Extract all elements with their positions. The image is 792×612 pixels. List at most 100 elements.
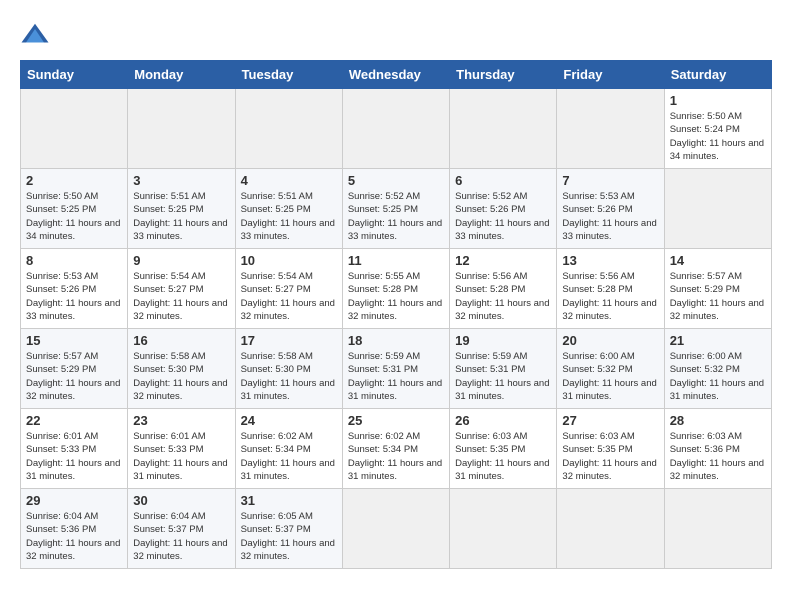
calendar-cell-4: 4 Sunrise: 5:51 AMSunset: 5:25 PMDaylight…	[235, 169, 342, 249]
calendar-body: 1Sunrise: 5:50 AMSunset: 5:24 PMDaylight…	[21, 89, 772, 569]
day-info: Sunrise: 5:54 AMSunset: 5:27 PMDaylight:…	[133, 271, 227, 322]
calendar-cell-23: 23 Sunrise: 6:01 AMSunset: 5:33 PMDayligh…	[128, 409, 235, 489]
day-number: 25	[348, 413, 444, 428]
calendar-cell-3: 3 Sunrise: 5:51 AMSunset: 5:25 PMDaylight…	[128, 169, 235, 249]
empty-cell	[235, 89, 342, 169]
empty-cell	[128, 89, 235, 169]
header-row: SundayMondayTuesdayWednesdayThursdayFrid…	[21, 61, 772, 89]
calendar-week-5: 22Sunrise: 6:01 AMSunset: 5:33 PMDayligh…	[21, 409, 772, 489]
calendar-table: SundayMondayTuesdayWednesdayThursdayFrid…	[20, 60, 772, 569]
day-info: Sunrise: 5:59 AMSunset: 5:31 PMDaylight:…	[348, 351, 442, 402]
day-info: Sunrise: 5:56 AMSunset: 5:28 PMDaylight:…	[562, 271, 656, 322]
logo-icon	[20, 20, 50, 50]
day-number: 10	[241, 253, 337, 268]
calendar-cell-13: 13Sunrise: 5:56 AMSunset: 5:28 PMDayligh…	[557, 249, 664, 329]
calendar-cell-31: 31 Sunrise: 6:05 AMSunset: 5:37 PMDayligh…	[235, 489, 342, 569]
day-info: Sunrise: 6:02 AMSunset: 5:34 PMDaylight:…	[241, 431, 335, 482]
day-number: 17	[241, 333, 337, 348]
day-info: Sunrise: 6:03 AMSunset: 5:35 PMDaylight:…	[455, 431, 549, 482]
day-number: 20	[562, 333, 658, 348]
calendar-cell-10: 10 Sunrise: 5:54 AMSunset: 5:27 PMDayligh…	[235, 249, 342, 329]
day-number: 31	[241, 493, 337, 508]
day-number: 23	[133, 413, 229, 428]
calendar-cell-19: 19 Sunrise: 5:59 AMSunset: 5:31 PMDayligh…	[450, 329, 557, 409]
day-number: 30	[133, 493, 229, 508]
calendar-cell-9: 9Sunrise: 5:54 AMSunset: 5:27 PMDaylight…	[128, 249, 235, 329]
day-info: Sunrise: 6:05 AMSunset: 5:37 PMDaylight:…	[241, 511, 335, 562]
day-info: Sunrise: 6:04 AMSunset: 5:37 PMDaylight:…	[133, 511, 227, 562]
day-info: Sunrise: 6:03 AMSunset: 5:36 PMDaylight:…	[670, 431, 764, 482]
day-info: Sunrise: 5:54 AMSunset: 5:27 PMDaylight:…	[241, 271, 335, 322]
day-number: 11	[348, 253, 444, 268]
day-info: Sunrise: 5:51 AMSunset: 5:25 PMDaylight:…	[241, 191, 335, 242]
calendar-cell-5: 5 Sunrise: 5:52 AMSunset: 5:25 PMDaylight…	[342, 169, 449, 249]
empty-cell	[450, 89, 557, 169]
header-friday: Friday	[557, 61, 664, 89]
day-number: 7	[562, 173, 658, 188]
day-info: Sunrise: 6:03 AMSunset: 5:35 PMDaylight:…	[562, 431, 656, 482]
calendar-cell-26: 26 Sunrise: 6:03 AMSunset: 5:35 PMDayligh…	[450, 409, 557, 489]
calendar-cell-25: 25 Sunrise: 6:02 AMSunset: 5:34 PMDayligh…	[342, 409, 449, 489]
calendar-cell-8: 8Sunrise: 5:53 AMSunset: 5:26 PMDaylight…	[21, 249, 128, 329]
day-info: Sunrise: 5:57 AMSunset: 5:29 PMDaylight:…	[670, 271, 764, 322]
day-number: 24	[241, 413, 337, 428]
calendar-cell-1: 1Sunrise: 5:50 AMSunset: 5:24 PMDaylight…	[664, 89, 771, 169]
calendar-header: SundayMondayTuesdayWednesdayThursdayFrid…	[21, 61, 772, 89]
calendar-cell-11: 11 Sunrise: 5:55 AMSunset: 5:28 PMDayligh…	[342, 249, 449, 329]
day-number: 26	[455, 413, 551, 428]
day-info: Sunrise: 5:53 AMSunset: 5:26 PMDaylight:…	[26, 271, 120, 322]
empty-cell	[21, 89, 128, 169]
day-info: Sunrise: 6:01 AMSunset: 5:33 PMDaylight:…	[26, 431, 120, 482]
day-number: 16	[133, 333, 229, 348]
day-info: Sunrise: 6:00 AMSunset: 5:32 PMDaylight:…	[562, 351, 656, 402]
calendar-week-3: 8Sunrise: 5:53 AMSunset: 5:26 PMDaylight…	[21, 249, 772, 329]
calendar-cell-empty	[342, 489, 449, 569]
day-info: Sunrise: 5:58 AMSunset: 5:30 PMDaylight:…	[241, 351, 335, 402]
calendar-week-1: 1Sunrise: 5:50 AMSunset: 5:24 PMDaylight…	[21, 89, 772, 169]
day-info: Sunrise: 6:01 AMSunset: 5:33 PMDaylight:…	[133, 431, 227, 482]
day-info: Sunrise: 5:53 AMSunset: 5:26 PMDaylight:…	[562, 191, 656, 242]
day-number: 18	[348, 333, 444, 348]
day-number: 14	[670, 253, 766, 268]
day-number: 27	[562, 413, 658, 428]
calendar-cell-24: 24 Sunrise: 6:02 AMSunset: 5:34 PMDayligh…	[235, 409, 342, 489]
day-number: 15	[26, 333, 122, 348]
calendar-cell-18: 18 Sunrise: 5:59 AMSunset: 5:31 PMDayligh…	[342, 329, 449, 409]
day-number: 19	[455, 333, 551, 348]
calendar-cell-6: 6Sunrise: 5:52 AMSunset: 5:26 PMDaylight…	[450, 169, 557, 249]
day-number: 4	[241, 173, 337, 188]
day-number: 3	[133, 173, 229, 188]
calendar-week-4: 15 Sunrise: 5:57 AMSunset: 5:29 PMDayligh…	[21, 329, 772, 409]
day-info: Sunrise: 5:52 AMSunset: 5:25 PMDaylight:…	[348, 191, 442, 242]
calendar-cell-30: 30 Sunrise: 6:04 AMSunset: 5:37 PMDayligh…	[128, 489, 235, 569]
day-info: Sunrise: 5:51 AMSunset: 5:25 PMDaylight:…	[133, 191, 227, 242]
day-number: 2	[26, 173, 122, 188]
calendar-cell-empty	[664, 489, 771, 569]
day-number: 5	[348, 173, 444, 188]
calendar-cell-14: 14 Sunrise: 5:57 AMSunset: 5:29 PMDayligh…	[664, 249, 771, 329]
day-info: Sunrise: 6:02 AMSunset: 5:34 PMDaylight:…	[348, 431, 442, 482]
day-info: Sunrise: 5:55 AMSunset: 5:28 PMDaylight:…	[348, 271, 442, 322]
calendar-cell-16: 16Sunrise: 5:58 AMSunset: 5:30 PMDayligh…	[128, 329, 235, 409]
calendar-cell-22: 22Sunrise: 6:01 AMSunset: 5:33 PMDayligh…	[21, 409, 128, 489]
empty-cell	[557, 89, 664, 169]
day-info: Sunrise: 5:50 AMSunset: 5:25 PMDaylight:…	[26, 191, 120, 242]
header-thursday: Thursday	[450, 61, 557, 89]
calendar-cell-2: 2 Sunrise: 5:50 AMSunset: 5:25 PMDaylight…	[21, 169, 128, 249]
day-info: Sunrise: 5:59 AMSunset: 5:31 PMDaylight:…	[455, 351, 549, 402]
logo	[20, 20, 54, 50]
calendar-week-2: 2 Sunrise: 5:50 AMSunset: 5:25 PMDaylight…	[21, 169, 772, 249]
calendar-cell-15: 15 Sunrise: 5:57 AMSunset: 5:29 PMDayligh…	[21, 329, 128, 409]
header-sunday: Sunday	[21, 61, 128, 89]
day-number: 6	[455, 173, 551, 188]
day-info: Sunrise: 6:00 AMSunset: 5:32 PMDaylight:…	[670, 351, 764, 402]
calendar-cell-12: 12Sunrise: 5:56 AMSunset: 5:28 PMDayligh…	[450, 249, 557, 329]
header-saturday: Saturday	[664, 61, 771, 89]
calendar-cell-21: 21Sunrise: 6:00 AMSunset: 5:32 PMDayligh…	[664, 329, 771, 409]
page-header	[20, 20, 772, 50]
calendar-cell-7: 7 Sunrise: 5:53 AMSunset: 5:26 PMDaylight…	[557, 169, 664, 249]
calendar-cell-empty	[664, 169, 771, 249]
calendar-cell-17: 17 Sunrise: 5:58 AMSunset: 5:30 PMDayligh…	[235, 329, 342, 409]
day-info: Sunrise: 5:57 AMSunset: 5:29 PMDaylight:…	[26, 351, 120, 402]
header-wednesday: Wednesday	[342, 61, 449, 89]
